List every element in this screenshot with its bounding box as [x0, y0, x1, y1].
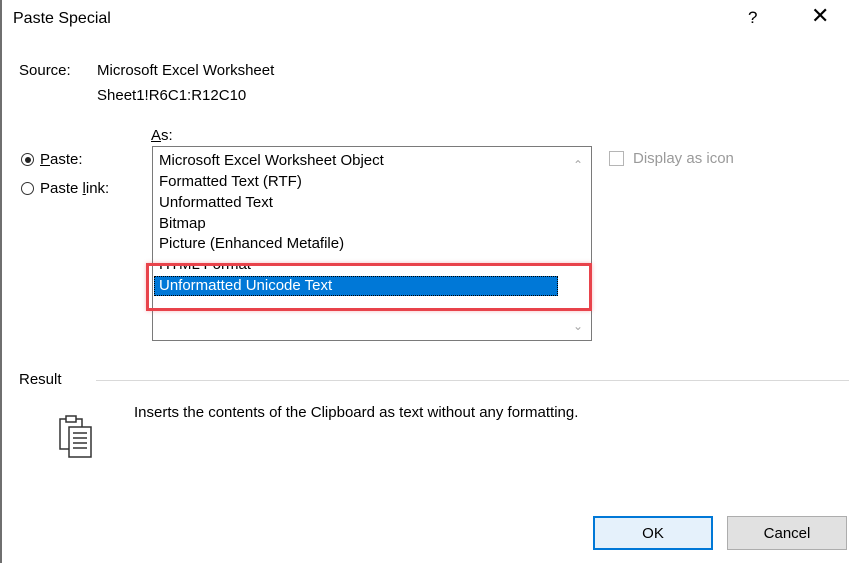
paste-link-radio[interactable]: Paste link: [21, 180, 109, 197]
paste-radio[interactable]: Paste: [21, 151, 83, 168]
as-label: As: [151, 127, 173, 144]
format-item-bitmap[interactable]: Bitmap [159, 214, 206, 234]
format-item-formatted-text-rtf[interactable]: Formatted Text (RTF) [159, 172, 302, 192]
window-left-border [0, 0, 2, 563]
result-divider [96, 380, 849, 381]
scroll-up-arrow-icon[interactable]: ⌃ [573, 158, 583, 172]
cancel-button[interactable]: Cancel [727, 516, 847, 550]
scroll-down-arrow-icon[interactable]: ⌄ [573, 319, 583, 333]
format-item-picture-enhanced-metafile[interactable]: Picture (Enhanced Metafile) [159, 234, 344, 254]
result-description: Inserts the contents of the Clipboard as… [134, 404, 579, 421]
ok-button[interactable]: OK [593, 516, 713, 550]
help-button[interactable]: ? [748, 8, 757, 28]
title-bar: Paste Special ? ✕ [0, 0, 849, 44]
paste-link-radio-label: Paste link: [40, 180, 110, 197]
display-as-icon-checkbox-box[interactable] [609, 151, 624, 166]
format-item-excel-worksheet-object[interactable]: Microsoft Excel Worksheet Object [159, 151, 384, 171]
paste-link-radio-indicator[interactable] [21, 182, 34, 195]
format-item-unformatted-text[interactable]: Unformatted Text [159, 193, 273, 213]
source-range: Sheet1!R6C1:R12C10 [97, 87, 247, 104]
clipboard-text-icon [59, 415, 92, 458]
close-button[interactable]: ✕ [811, 4, 829, 28]
source-label: Source: [19, 62, 71, 79]
selection-highlight-box [146, 263, 592, 311]
display-as-icon-checkbox[interactable]: Display as icon [609, 150, 734, 167]
paste-format-listbox[interactable]: Microsoft Excel Worksheet Object Formatt… [152, 146, 592, 341]
dialog-title: Paste Special [13, 10, 111, 27]
paste-radio-label: Paste: [40, 151, 83, 168]
display-as-icon-label: Display as icon [633, 150, 734, 167]
paste-radio-indicator[interactable] [21, 153, 34, 166]
source-value: Microsoft Excel Worksheet [97, 62, 275, 79]
result-label: Result [19, 371, 62, 388]
